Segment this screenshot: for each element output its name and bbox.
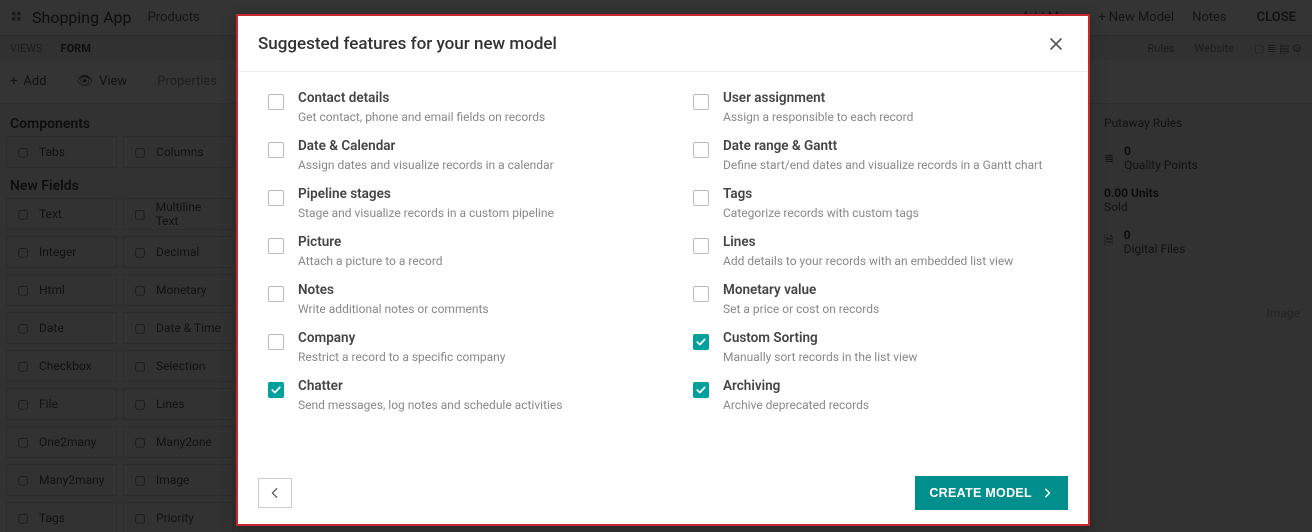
feature-contact-details[interactable]: Contact details Get contact, phone and em… xyxy=(268,90,633,124)
back-button[interactable] xyxy=(258,478,292,508)
close-icon[interactable] xyxy=(1044,32,1068,56)
feature-tags[interactable]: Tags Categorize records with custom tags xyxy=(693,186,1058,220)
feature-label: Date range & Gantt xyxy=(723,138,1042,154)
feature-checkbox[interactable] xyxy=(693,286,709,302)
features-grid: Contact details Get contact, phone and em… xyxy=(268,90,1058,412)
feature-checkbox[interactable] xyxy=(693,334,709,350)
feature-label: Lines xyxy=(723,234,1013,250)
feature-label: Contact details xyxy=(298,90,545,106)
feature-custom-sorting[interactable]: Custom Sorting Manually sort records in t… xyxy=(693,330,1058,364)
feature-archiving[interactable]: Archiving Archive deprecated records xyxy=(693,378,1058,412)
feature-label: Notes xyxy=(298,282,489,298)
feature-checkbox[interactable] xyxy=(268,142,284,158)
feature-picture[interactable]: Picture Attach a picture to a record xyxy=(268,234,633,268)
feature-date-calendar[interactable]: Date & Calendar Assign dates and visualiz… xyxy=(268,138,633,172)
feature-label: Custom Sorting xyxy=(723,330,917,346)
feature-label: Monetary value xyxy=(723,282,879,298)
feature-description: Define start/end dates and visualize rec… xyxy=(723,158,1042,172)
feature-description: Categorize records with custom tags xyxy=(723,206,919,220)
feature-description: Add details to your records with an embe… xyxy=(723,254,1013,268)
feature-description: Archive deprecated records xyxy=(723,398,869,412)
feature-description: Get contact, phone and email fields on r… xyxy=(298,110,545,124)
chevron-right-icon xyxy=(1042,487,1054,499)
modal-header: Suggested features for your new model xyxy=(238,16,1088,72)
feature-checkbox[interactable] xyxy=(268,238,284,254)
feature-description: Stage and visualize records in a custom … xyxy=(298,206,554,220)
feature-checkbox[interactable] xyxy=(268,382,284,398)
feature-checkbox[interactable] xyxy=(268,334,284,350)
feature-checkbox[interactable] xyxy=(268,94,284,110)
feature-label: Chatter xyxy=(298,378,562,394)
create-model-button[interactable]: CREATE MODEL xyxy=(915,476,1068,510)
feature-label: User assignment xyxy=(723,90,913,106)
create-model-label: CREATE MODEL xyxy=(929,486,1032,500)
feature-monetary-value[interactable]: Monetary value Set a price or cost on rec… xyxy=(693,282,1058,316)
feature-checkbox[interactable] xyxy=(693,382,709,398)
feature-label: Archiving xyxy=(723,378,869,394)
feature-user-assignment[interactable]: User assignment Assign a responsible to e… xyxy=(693,90,1058,124)
feature-description: Attach a picture to a record xyxy=(298,254,443,268)
feature-description: Manually sort records in the list view xyxy=(723,350,917,364)
feature-date-range-gantt[interactable]: Date range & Gantt Define start/end dates… xyxy=(693,138,1058,172)
feature-label: Pipeline stages xyxy=(298,186,554,202)
feature-description: Assign a responsible to each record xyxy=(723,110,913,124)
suggested-features-modal: Suggested features for your new model Co… xyxy=(236,14,1090,526)
feature-notes[interactable]: Notes Write additional notes or comments xyxy=(268,282,633,316)
feature-description: Send messages, log notes and schedule ac… xyxy=(298,398,562,412)
feature-checkbox[interactable] xyxy=(268,286,284,302)
feature-company[interactable]: Company Restrict a record to a specific c… xyxy=(268,330,633,364)
feature-label: Tags xyxy=(723,186,919,202)
feature-label: Date & Calendar xyxy=(298,138,554,154)
feature-description: Set a price or cost on records xyxy=(723,302,879,316)
modal-body: Contact details Get contact, phone and em… xyxy=(238,72,1088,468)
modal-title: Suggested features for your new model xyxy=(258,34,557,54)
feature-checkbox[interactable] xyxy=(693,238,709,254)
feature-lines[interactable]: Lines Add details to your records with an… xyxy=(693,234,1058,268)
feature-label: Picture xyxy=(298,234,443,250)
feature-checkbox[interactable] xyxy=(268,190,284,206)
feature-checkbox[interactable] xyxy=(693,190,709,206)
feature-chatter[interactable]: Chatter Send messages, log notes and sche… xyxy=(268,378,633,412)
feature-label: Company xyxy=(298,330,505,346)
feature-checkbox[interactable] xyxy=(693,94,709,110)
feature-description: Assign dates and visualize records in a … xyxy=(298,158,554,172)
feature-description: Write additional notes or comments xyxy=(298,302,489,316)
modal-footer: CREATE MODEL xyxy=(238,468,1088,524)
feature-pipeline-stages[interactable]: Pipeline stages Stage and visualize recor… xyxy=(268,186,633,220)
feature-description: Restrict a record to a specific company xyxy=(298,350,505,364)
feature-checkbox[interactable] xyxy=(693,142,709,158)
